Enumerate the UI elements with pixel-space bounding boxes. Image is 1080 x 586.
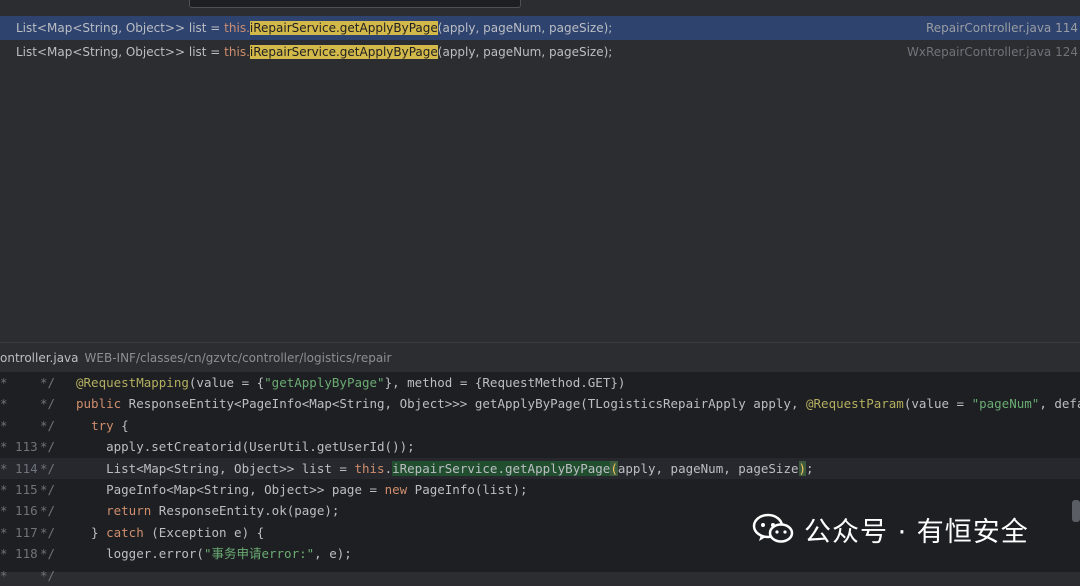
code-text: logger.error("事务申请error:", e);: [76, 543, 352, 564]
code-line[interactable]: * 113 */ apply.setCreatorid(UserUtil.getU…: [0, 436, 1080, 457]
code-token: catch: [106, 524, 144, 540]
comment-marker: */: [40, 460, 56, 476]
code-text: return ResponseEntity.ok(page);: [76, 500, 339, 521]
code-token: .: [384, 460, 393, 476]
code-token: List<Map<String, Object>> list =: [76, 460, 355, 476]
code-token: this: [354, 460, 385, 476]
line-number: * 113: [0, 439, 38, 455]
comment-marker: */: [40, 482, 56, 497]
search-input[interactable]: [189, 0, 521, 8]
code-text: @RequestMapping(value = {"getApplyByPage…: [76, 372, 625, 393]
code-token: apply.setCreatorid(UserUtil.getUserId())…: [76, 439, 415, 455]
code-token: @RequestParam: [806, 396, 904, 412]
code-token: try: [91, 417, 114, 433]
code-token: "getApplyByPage": [264, 375, 385, 390]
result-location: WxRepairController.java 124: [907, 45, 1078, 59]
code-token: (value =: [903, 396, 972, 412]
line-number: * 118: [0, 546, 38, 562]
code-token: public: [76, 396, 122, 412]
usage-highlight: iRepairService.getApplyByPage: [392, 460, 611, 476]
watermark: 公众号 · 有恒安全: [752, 507, 1029, 551]
code-text: PageInfo<Map<String, Object>> page = new…: [76, 479, 528, 500]
code-token: ResponseEntity.ok(page);: [151, 503, 340, 519]
code-token: "pageNum": [971, 396, 1040, 412]
line-number: *: [0, 417, 8, 433]
line-number: * 117: [0, 524, 38, 540]
scrollbar-thumb[interactable]: [1072, 500, 1080, 522]
comment-marker: */: [40, 417, 56, 433]
code-token: PageInfo<Map<String, Object>> page =: [76, 482, 385, 497]
code-token: return: [106, 503, 152, 519]
comment-marker: */: [40, 375, 56, 390]
comment-marker: */: [40, 439, 56, 455]
code-token: apply, pageNum, pageSize: [617, 460, 799, 476]
code-token: ): [798, 460, 807, 476]
top-toolbar: [0, 0, 1080, 12]
code-token: }, method = {RequestMethod.GET}): [384, 375, 626, 390]
file-name: ontroller.java: [0, 351, 79, 365]
result-code: List<Map<String, Object>> list = this.iR…: [16, 21, 613, 35]
code-token: , e);: [314, 546, 352, 562]
code-token: @RequestMapping: [76, 375, 189, 390]
match-highlight: iRepairService.getApplyByPage: [249, 21, 438, 35]
code-token: }: [76, 524, 107, 540]
code-text: List<Map<String, Object>> list = this.iR…: [76, 458, 814, 479]
code-token: {: [113, 417, 129, 433]
wechat-icon: [752, 513, 794, 543]
code-token: , defaultV: [1039, 396, 1080, 412]
line-number: * 114: [0, 460, 38, 476]
comment-marker: */: [40, 503, 56, 519]
line-number: * 116: [0, 503, 38, 519]
file-directory: WEB-INF/classes/cn/gzvtc/controller/logi…: [84, 351, 392, 365]
code-line[interactable]: * */: [0, 565, 1080, 586]
comment-marker: */: [40, 524, 56, 540]
line-number: *: [0, 375, 8, 390]
code-token: new: [384, 482, 408, 497]
code-text: apply.setCreatorid(UserUtil.getUserId())…: [76, 436, 415, 457]
code-token: (: [610, 460, 618, 476]
code-token: ;: [806, 460, 814, 476]
line-number: *: [0, 396, 8, 412]
comment-marker: */: [40, 567, 56, 583]
code-line[interactable]: * 115 */ PageInfo<Map<String, Object>> pa…: [0, 479, 1080, 500]
comment-marker: */: [40, 546, 56, 562]
code-token: ResponseEntity<PageInfo<Map<String, Obje…: [121, 396, 806, 412]
code-text: } catch (Exception e) {: [76, 522, 264, 543]
usage-results-list: List<Map<String, Object>> list = this.iR…: [0, 12, 1080, 342]
code-token: PageInfo(list);: [407, 482, 528, 497]
code-token: (value = {: [188, 375, 265, 390]
code-line[interactable]: * */ try {: [0, 415, 1080, 436]
comment-marker: */: [40, 396, 56, 412]
code-token: logger.error(: [76, 546, 204, 562]
code-line[interactable]: * */ @RequestMapping(value = {"getApplyByP…: [0, 372, 1080, 393]
result-code: List<Map<String, Object>> list = this.iR…: [16, 45, 613, 59]
code-text: try {: [76, 415, 129, 436]
code-text: public ResponseEntity<PageInfo<Map<Strin…: [76, 393, 1080, 414]
code-line[interactable]: * 114 */ List<Map<String, Object>> list =…: [0, 457, 1080, 479]
file-path-bar: ontroller.java WEB-INF/classes/cn/gzvtc/c…: [0, 342, 1080, 373]
watermark-text: 公众号 · 有恒安全: [804, 516, 1029, 548]
code-line[interactable]: * */ public ResponseEntity<PageInfo<Map<St…: [0, 393, 1080, 414]
result-row[interactable]: List<Map<String, Object>> list = this.iR…: [0, 40, 1080, 64]
code-token: "事务申请error:": [203, 546, 315, 562]
line-number: *: [0, 567, 8, 583]
result-location: RepairController.java 114: [925, 21, 1078, 35]
code-token: (Exception e) {: [143, 524, 265, 540]
result-row[interactable]: List<Map<String, Object>> list = this.iR…: [0, 16, 1080, 40]
line-number: * 115: [0, 482, 38, 497]
match-highlight: iRepairService.getApplyByPage: [249, 45, 438, 59]
